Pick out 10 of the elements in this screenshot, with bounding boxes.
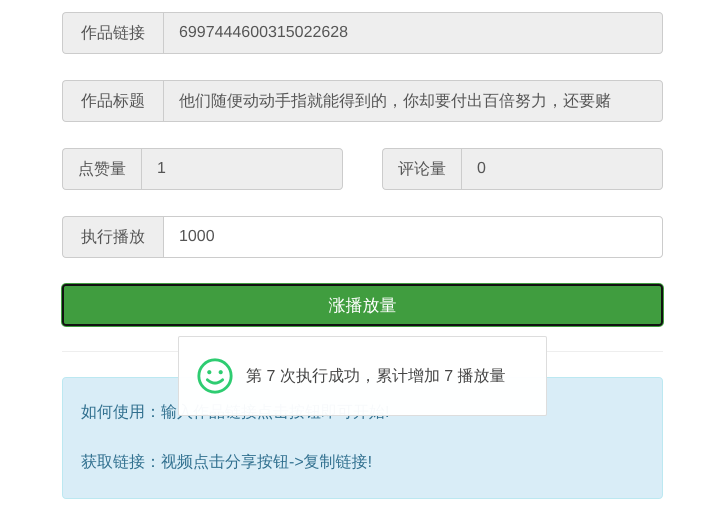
input-field[interactable]: 1000	[163, 216, 663, 258]
field-label: 作品标题	[62, 80, 163, 122]
field-label: 评论量	[382, 148, 461, 190]
smiley-icon	[196, 357, 234, 395]
field-label: 点赞量	[62, 148, 141, 190]
field-label: 作品链接	[62, 12, 163, 54]
info-text: 获取链接：视频点击分享按钮->复制链接!	[81, 452, 374, 473]
field-label: 执行播放	[62, 216, 163, 258]
submit-button[interactable]: 涨播放量	[62, 284, 663, 326]
toast-message: 第 7 次执行成功，累计增加 7 播放量	[246, 366, 506, 386]
